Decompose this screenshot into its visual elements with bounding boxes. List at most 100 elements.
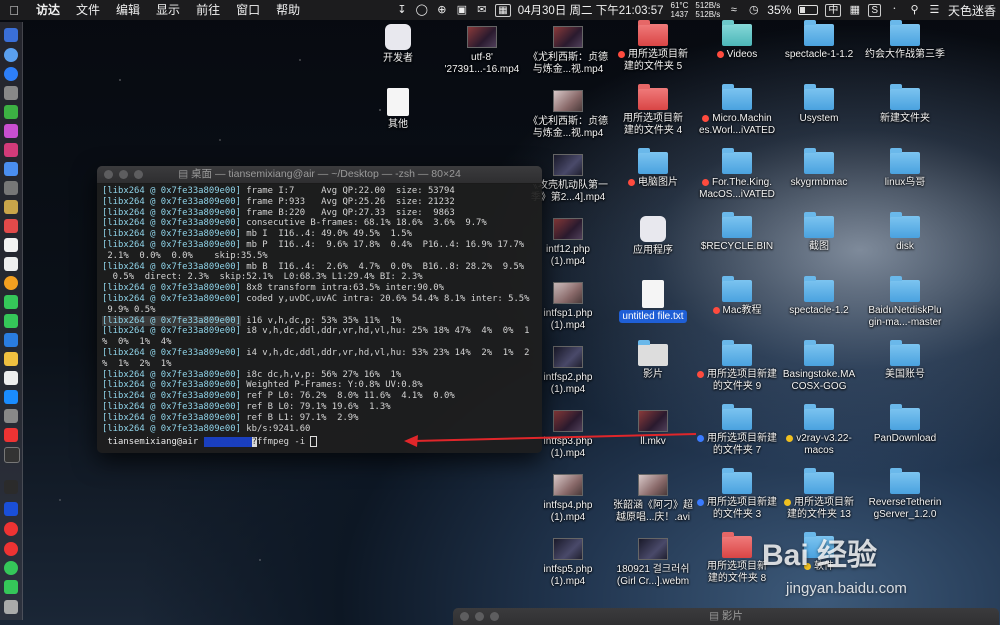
desktop-icon[interactable]: v2ray-v3.22- macos [770, 404, 868, 457]
desktop-icon[interactable]: skygrmbmac [770, 148, 868, 189]
finder-window-bottom[interactable]: ▤ 影片 [453, 608, 999, 625]
document-icon[interactable] [4, 238, 18, 252]
battery-icon[interactable] [798, 5, 819, 15]
bluetooth-icon[interactable]: ᛫ [888, 4, 901, 17]
s-app-icon[interactable]: S [868, 3, 881, 17]
folder-icon [890, 212, 920, 238]
search-icon[interactable]: ⚲ [908, 4, 921, 17]
desktop-icon[interactable]: 《尤利西斯：贞德 与炼金...视.mp4 [519, 88, 617, 140]
input-method-indicator[interactable]: 中 [825, 3, 842, 17]
system-preferences-icon[interactable] [4, 409, 18, 423]
desktop-icon[interactable]: intfsp5.php (1).mp4 [519, 536, 617, 588]
desktop-icon-text: 用所选项目新 建的文件夹 5 [623, 49, 688, 72]
app-icon-red[interactable] [4, 428, 18, 442]
terminal-prompt[interactable]: tiansemixiang@air ~/Desktop?ffmpeg -i [102, 436, 537, 448]
app-icon-gray[interactable] [4, 181, 18, 195]
desktop-icon[interactable]: ReverseTetherin gServer_1.2.0 [856, 468, 954, 521]
desktop-icon[interactable]: Basingstoke.MA COSX-GOG [770, 340, 868, 393]
pages-icon[interactable] [4, 352, 18, 366]
menu-view[interactable]: 显示 [148, 0, 188, 20]
app-icon-green[interactable] [4, 580, 18, 594]
calendar-icon[interactable]: ▦ [495, 3, 511, 17]
close-button[interactable] [460, 612, 469, 621]
cpu-temp-readout[interactable]: 61°C 1437 [671, 1, 689, 19]
video-file-icon [638, 538, 668, 560]
finder-icon[interactable] [4, 28, 18, 42]
menu-file[interactable]: 文件 [68, 0, 108, 20]
menubar-user[interactable]: 天色迷香 [948, 2, 996, 19]
app-icon-blue[interactable] [4, 162, 18, 176]
zoom-button[interactable] [134, 170, 143, 179]
desktop-icon[interactable]: linux鸟哥 [856, 148, 954, 189]
menu-go[interactable]: 前往 [188, 0, 228, 20]
clock-icon[interactable]: ◷ [747, 4, 760, 17]
terminal-line: [libx264 @ 0x7fe33a809e00] 8x8 transform… [102, 283, 537, 294]
desktop-icon[interactable]: 《尤利西斯：贞德 与炼金...视.mp4 [519, 24, 617, 76]
menubar-date-time[interactable]: 04月30日 周二 下午21:03:57 [518, 2, 664, 18]
apple-icon[interactable]:  [0, 3, 28, 18]
desktop-icon[interactable]: 约会大作战第三季 [856, 20, 954, 61]
battery-percent[interactable]: 35% [767, 3, 791, 17]
download-icon[interactable]: ↧ [395, 4, 408, 17]
desktop-icon-text: intfsp1.php (1).mp4 [543, 308, 593, 331]
minimize-button[interactable] [119, 170, 128, 179]
facetime-icon[interactable] [4, 314, 18, 328]
desktop-icon[interactable]: 新建文件夹 [856, 84, 954, 125]
image-icon[interactable]: ▣ [455, 4, 468, 17]
terminal-title-bar[interactable]: ▤ 桌面 — tiansemixiang@air — ~/Desktop — -… [97, 166, 542, 184]
terminal-output[interactable]: [libx264 @ 0x7fe33a809e00] frame I:7 Avg… [97, 184, 542, 450]
app-store-icon[interactable] [4, 390, 18, 404]
launchpad-icon[interactable] [4, 48, 18, 62]
android-icon[interactable] [4, 105, 18, 119]
safari-icon[interactable] [4, 67, 18, 81]
console-icon[interactable] [4, 480, 18, 494]
close-button[interactable] [104, 170, 113, 179]
calendar-dock-icon[interactable] [4, 219, 18, 233]
minimize-button[interactable] [475, 612, 484, 621]
weibo-icon[interactable] [4, 542, 18, 556]
desktop-icon[interactable]: intfsp4.php (1).mp4 [519, 472, 617, 524]
menu-edit[interactable]: 编辑 [108, 0, 148, 20]
notes-icon[interactable] [4, 200, 18, 214]
zoom-button[interactable] [490, 612, 499, 621]
vpn-icon[interactable] [4, 502, 18, 516]
keynote-icon[interactable] [4, 333, 18, 347]
terminal-window[interactable]: ▤ 桌面 — tiansemixiang@air — ~/Desktop — -… [97, 166, 542, 453]
desktop-icon[interactable]: utf-8' '27391...-16.mp4 [433, 24, 531, 76]
desktop-icon-text: 《尤利西斯：贞德 与炼金...视.mp4 [528, 52, 608, 75]
menu-window[interactable]: 窗口 [228, 0, 268, 20]
message-icon[interactable]: ✉ [475, 4, 488, 17]
desktop-icon[interactable]: 美国账号 [856, 340, 954, 381]
desktop-icon[interactable]: PanDownload [856, 404, 954, 445]
desktop-icon[interactable]: spectacle-1-1.2 [770, 20, 868, 61]
desktop-icon[interactable]: 截图 [770, 212, 868, 253]
compass-icon[interactable]: ⊕ [435, 4, 448, 17]
desktop-icon[interactable]: disk [856, 212, 954, 253]
desktop-icon-label: 截图 [770, 241, 868, 253]
network-rate-readout[interactable]: 512B/s 512B/s [695, 1, 720, 19]
settings-icon[interactable] [4, 86, 18, 100]
folder-icon [804, 212, 834, 238]
terminal-icon[interactable] [4, 447, 20, 463]
list-icon[interactable]: ☰ [928, 4, 941, 17]
reminders-icon[interactable] [4, 257, 18, 271]
wifi-icon[interactable]: ≈ [727, 4, 740, 17]
app-icon-pink[interactable] [4, 143, 18, 157]
wechat-icon[interactable] [4, 561, 18, 575]
desktop-icon[interactable]: Usystem [770, 84, 868, 125]
desktop-icon[interactable]: BaiduNetdiskPlu gin-ma...-master [856, 276, 954, 329]
menu-help[interactable]: 帮助 [268, 0, 308, 20]
grid-icon[interactable]: ▦ [848, 4, 861, 17]
yandex-icon[interactable] [4, 522, 18, 536]
video-file-icon [553, 90, 583, 112]
messages-icon[interactable] [4, 295, 18, 309]
activity-monitor-icon[interactable] [4, 371, 18, 385]
ghost-icon[interactable]: ◯ [415, 4, 428, 17]
desktop-icon[interactable]: 其他 [349, 88, 447, 131]
menu-app-name[interactable]: 访达 [28, 0, 68, 20]
desktop-icon[interactable]: spectacle-1.2 [770, 276, 868, 317]
photos-icon[interactable] [4, 276, 18, 290]
desktop-icon[interactable]: 用所选项目新 建的文件夹 13 [770, 468, 868, 521]
trash-icon[interactable] [4, 600, 18, 614]
app-icon-purple[interactable] [4, 124, 18, 138]
